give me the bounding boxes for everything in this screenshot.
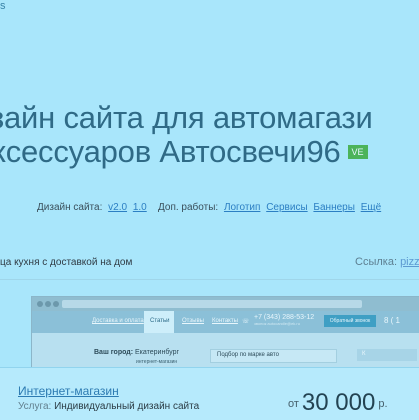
cart-panel: К xyxy=(357,349,417,361)
project-footer: Интернет-магазин Услуга: Индивидуальный … xyxy=(0,367,419,420)
price-prefix: от xyxy=(288,398,299,410)
title-line-2: ксессуаров Автосвечи96 VE xyxy=(0,135,419,169)
extra-work-banners-link[interactable]: Баннеры xyxy=(313,202,354,213)
price: от 30 000 р. xyxy=(288,386,388,416)
extra-work-services-link[interactable]: Сервисы xyxy=(266,202,307,213)
nav-item-articles-label: Статьи xyxy=(150,318,170,324)
nav-item-contacts: Контакты xyxy=(212,318,238,324)
car-brand-panel: Подбор по марке авто xyxy=(210,349,337,363)
browser-chrome xyxy=(32,297,419,311)
nav-item-reviews: Отзывы xyxy=(182,318,204,324)
window-dot-icon xyxy=(37,301,43,307)
site-tagline: интернет-магазин xyxy=(136,359,178,365)
extra-work-logo-link[interactable]: Логотип xyxy=(224,202,260,213)
car-brand-label: Подбор по марке авто xyxy=(217,352,279,358)
site-city: Ваш город: Екатеринбург xyxy=(94,349,179,356)
site-screenshot[interactable]: Доставка и оплата Статьи Отзывы Контакты… xyxy=(31,296,419,368)
design-version-link[interactable]: 1.0 xyxy=(133,202,147,213)
service-info: Услуга: Индивидуальный дизайн сайта xyxy=(18,401,199,412)
nav-item-articles: Статьи xyxy=(144,311,174,333)
phone-icon: ☏ xyxy=(242,319,250,325)
page: { "top_text": "s", "title": { "line1": "… xyxy=(0,0,419,420)
title-line-1: зайн сайта для автомагази xyxy=(0,100,373,135)
window-dot-icon xyxy=(53,301,59,307)
project-url-link[interactable]: pizz xyxy=(400,256,419,268)
design-versions: Дизайн сайта: v2.0 1.0 xyxy=(37,202,147,213)
divider xyxy=(0,279,419,280)
version-badge: VE xyxy=(347,145,368,159)
link-label: Ссылка: xyxy=(355,256,397,268)
project-type-link[interactable]: Интернет-магазин xyxy=(18,384,119,398)
title-line-2-text: ксессуаров Автосвечи96 xyxy=(0,134,341,169)
window-dot-icon xyxy=(45,301,51,307)
site-phone: +7 (343) 288-53-12 звонок autocandle@ek.r… xyxy=(254,314,314,326)
phone-number: +7 (343) 288-53-12 xyxy=(254,314,315,321)
service-value: Индивидуальный дизайн сайта xyxy=(54,401,200,412)
project-link: Ссылка: pizz xyxy=(355,256,419,268)
city-label: Ваш город: xyxy=(94,349,134,356)
price-value: 30 000 xyxy=(301,389,376,416)
city-value: Екатеринбург xyxy=(135,349,180,356)
top-fragment: s xyxy=(0,0,6,12)
callback-button: Обратный звонок xyxy=(324,315,376,327)
extra-works: Доп. работы: Логотип Сервисы Баннеры Ещё xyxy=(158,202,381,213)
phone-sub: звонок autocandle@ek.ru xyxy=(254,321,300,326)
extra-work-more-link[interactable]: Ещё xyxy=(361,202,381,213)
design-version-link[interactable]: v2.0 xyxy=(108,202,127,213)
site-nav: Доставка и оплата Статьи Отзывы Контакты… xyxy=(32,311,419,333)
design-label: Дизайн сайта: xyxy=(37,202,103,213)
page-title: зайн сайта для автомагази ксессуаров Авт… xyxy=(0,101,419,169)
cart-label: К xyxy=(362,351,366,357)
nav-item-delivery: Доставка и оплата xyxy=(92,318,144,324)
extra-works-label: Доп. работы: xyxy=(158,202,219,213)
work-hours: 8 ( 1 xyxy=(384,316,401,325)
service-label: Услуга: xyxy=(18,401,52,412)
address-bar xyxy=(62,300,362,308)
project-description: ца кухня с доставкой на дом xyxy=(0,257,133,268)
price-currency: р. xyxy=(378,398,388,410)
